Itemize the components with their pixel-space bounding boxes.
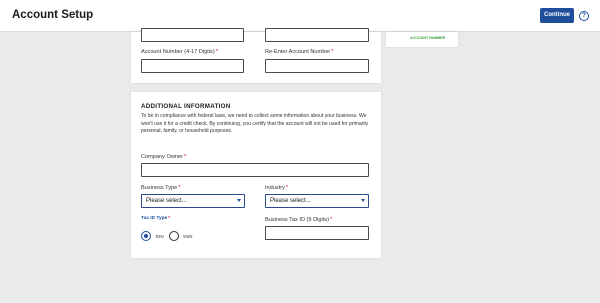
page-title: Account Setup	[12, 9, 94, 21]
tax-id-type-label: Tax ID Type*	[141, 216, 171, 221]
radio-ssn[interactable]	[169, 231, 179, 241]
business-type-value: Please select...	[146, 198, 187, 204]
radio-ein[interactable]	[141, 231, 151, 241]
routing-number-confirm-field[interactable]	[265, 28, 369, 42]
company-owner-field[interactable]	[141, 163, 369, 177]
chevron-down-icon	[237, 199, 241, 202]
section-title: ADDITIONAL INFORMATION	[141, 103, 231, 110]
radio-ein-label: EIN	[156, 234, 164, 239]
industry-label: Industry*	[265, 185, 289, 191]
check-image-card: ACCOUNT NUMBER	[386, 32, 458, 47]
business-tax-id-field[interactable]	[265, 226, 369, 240]
company-owner-label: Company Owner*	[141, 154, 187, 160]
reenter-account-number-label: Re-Enter Account Number*	[265, 49, 334, 55]
industry-select[interactable]: Please select...	[265, 194, 369, 208]
account-number-field[interactable]	[141, 59, 244, 73]
account-number-card: Account Number (4-17 Digits)* Re-Enter A…	[131, 28, 381, 83]
additional-information-card: ADDITIONAL INFORMATION To be in complian…	[131, 92, 381, 258]
continue-button[interactable]: Continue	[540, 8, 574, 23]
business-tax-id-label: Business Tax ID (9 Digits)*	[265, 217, 333, 223]
chevron-down-icon	[361, 199, 365, 202]
business-type-label: Business Type*	[141, 185, 181, 191]
section-description: To be in compliance with federal laws, w…	[141, 113, 369, 135]
help-icon[interactable]: ?	[579, 11, 589, 21]
reenter-account-number-field[interactable]	[265, 59, 369, 73]
routing-number-field[interactable]	[141, 28, 244, 42]
account-number-label: Account Number (4-17 Digits)*	[141, 49, 218, 55]
business-type-select[interactable]: Please select...	[141, 194, 245, 208]
account-number-caption: ACCOUNT NUMBER	[410, 36, 446, 40]
industry-value: Please select...	[270, 198, 311, 204]
radio-ssn-label: SSN	[183, 234, 193, 239]
